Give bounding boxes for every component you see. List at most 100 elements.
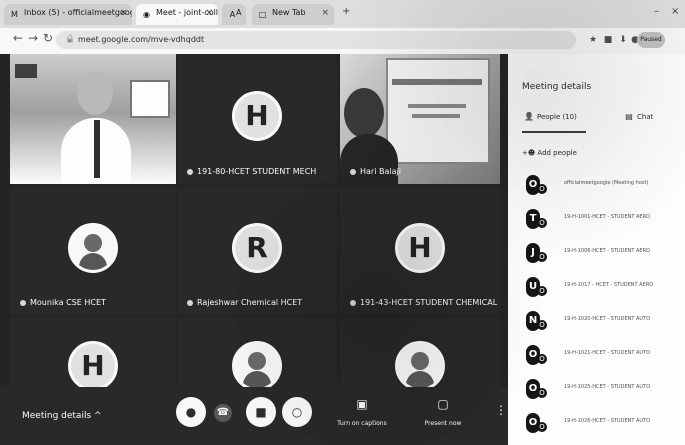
participant-name: 19-H-1001-HCET - STUDENT AERO bbox=[564, 214, 650, 220]
meeting-screenshot: M Inbox (5) - officialmeetgoogle@gmail.c… bbox=[0, 0, 685, 445]
participant-avatar bbox=[395, 341, 445, 387]
extensions-icon[interactable]: ■ bbox=[602, 34, 614, 46]
meeting-details-button[interactable]: Meeting details ^ bbox=[22, 411, 102, 421]
participant-avatar bbox=[68, 223, 118, 274]
participant-avatar-tile: R Rajeshwar Chemical HCET bbox=[177, 187, 337, 315]
chat-icon: ▤ bbox=[625, 112, 633, 121]
avatar-photo bbox=[79, 253, 107, 271]
browser-tab-gmail[interactable]: M Inbox (5) - officialmeetgoogle@gmail.c… bbox=[4, 4, 132, 25]
avatar-photo bbox=[406, 371, 434, 387]
people-list: O O officialmeetgoogle (Meeting host) T … bbox=[520, 168, 680, 440]
add-people-button[interactable]: +☻ Add people bbox=[522, 149, 577, 157]
meet-window: H 191-80-HCET STUDENT MECH Hari Balaji M… bbox=[0, 54, 685, 445]
browser-tab-a[interactable]: A A bbox=[222, 4, 246, 25]
people-tab-label: People (10) bbox=[537, 113, 577, 121]
mic-off-icon bbox=[20, 299, 26, 306]
close-icon[interactable]: × bbox=[671, 6, 679, 17]
participant-video-tile: Hari Balaji bbox=[340, 54, 500, 184]
avatar-photo bbox=[243, 371, 271, 387]
participant-avatar bbox=[232, 341, 282, 387]
participant-avatar-tile: H 191-80-HCET STUDENT MECH bbox=[177, 54, 337, 184]
status-icon: O bbox=[537, 218, 547, 228]
download-icon[interactable]: ⬇ bbox=[617, 34, 629, 46]
participant-name: 191-43-HCET STUDENT CHEMICAL bbox=[350, 298, 497, 307]
camera-button[interactable]: ■ bbox=[246, 397, 276, 427]
participant-name: 19-H-1006-HCET - STUDENT AERO bbox=[564, 248, 650, 254]
list-item[interactable]: U O 19-H-1017 - HCET - STUDENT AERO bbox=[520, 270, 680, 304]
meet-icon: ◉ bbox=[143, 10, 150, 19]
add-people-label: Add people bbox=[537, 149, 577, 157]
participant-name: Mounika CSE HCET bbox=[20, 298, 106, 307]
browser-address-bar: ← → ↻ 🔒 meet.google.com/mve-vdhqddt ★ ■ … bbox=[0, 28, 685, 55]
list-item[interactable]: N O 19-H-1020-HCET - STUDENT AUTO bbox=[520, 304, 680, 338]
close-icon[interactable]: × bbox=[205, 8, 213, 18]
status-icon: O bbox=[537, 354, 547, 364]
status-icon: O bbox=[537, 320, 547, 330]
leave-call-button[interactable]: ☎ bbox=[214, 404, 232, 422]
close-icon[interactable]: × bbox=[119, 8, 127, 18]
avatar-photo bbox=[248, 352, 266, 371]
reload-icon[interactable]: ↻ bbox=[42, 32, 54, 44]
phone-icon: ☎ bbox=[216, 407, 230, 418]
participant-name: 19-H-1020-HCET - STUDENT AUTO bbox=[564, 316, 651, 322]
minimize-icon[interactable]: – bbox=[654, 6, 659, 17]
list-item[interactable]: O O 19-H-1026-HCET - STUDENT AUTO bbox=[520, 406, 680, 440]
participant-avatar-tile bbox=[177, 318, 337, 387]
tab-icon: □ bbox=[258, 10, 267, 19]
participant-avatar: H bbox=[232, 91, 282, 142]
omnibox[interactable]: 🔒 meet.google.com/mve-vdhqddt bbox=[56, 31, 576, 49]
a-icon: A bbox=[229, 10, 236, 19]
profile-button[interactable]: Paused bbox=[637, 32, 665, 48]
mic-off-icon bbox=[350, 299, 356, 306]
mic-off-icon bbox=[187, 168, 193, 175]
participant-name: 19-H-1025-HCET - STUDENT AUTO bbox=[564, 384, 651, 390]
close-icon[interactable]: × bbox=[321, 8, 329, 18]
list-item[interactable]: J O 19-H-1006-HCET - STUDENT AERO bbox=[520, 236, 680, 270]
browser-tab-bar: M Inbox (5) - officialmeetgoogle@gmail.c… bbox=[0, 0, 685, 28]
panel-title: Meeting details bbox=[522, 82, 592, 92]
forward-arrow-icon[interactable]: → bbox=[27, 32, 39, 44]
list-item[interactable]: T O 19-H-1001-HCET - STUDENT AERO bbox=[520, 202, 680, 236]
tab-label: New Tab bbox=[272, 8, 306, 17]
present-icon: ▢ bbox=[437, 397, 449, 411]
participant-name: officialmeetgoogle (Meeting host) bbox=[564, 180, 649, 186]
participant-name: 19-H-1026-HCET - STUDENT AUTO bbox=[564, 418, 651, 424]
turn-on-captions-button[interactable]: ▣ Turn on captions bbox=[334, 395, 390, 433]
browser-tab-new-tab[interactable]: □ New Tab × bbox=[252, 4, 334, 25]
tab-label: Inbox (5) - officialmeetgoogle@gmail.com bbox=[24, 8, 132, 17]
star-icon[interactable]: ★ bbox=[587, 34, 599, 46]
chevron-up-icon: ^ bbox=[94, 411, 102, 421]
list-item[interactable]: O O officialmeetgoogle (Meeting host) bbox=[520, 168, 680, 202]
list-item[interactable]: O O 19-H-1021-HCET - STUDENT AUTO bbox=[520, 338, 680, 372]
mic-off-icon bbox=[187, 299, 193, 306]
meeting-details-label: Meeting details bbox=[22, 411, 92, 421]
more-options-icon[interactable]: ⋮ bbox=[495, 403, 507, 417]
present-label: Present now bbox=[424, 420, 462, 427]
back-arrow-icon[interactable]: ← bbox=[12, 32, 24, 44]
microphone-button[interactable]: ● bbox=[176, 397, 206, 427]
participant-video-tile bbox=[10, 54, 176, 184]
participant-avatar-tile: H 191-43-HCET STUDENT CHEMICAL bbox=[340, 187, 500, 315]
participant-name: 19-H-1017 - HCET - STUDENT AERO bbox=[564, 282, 654, 288]
new-tab-button[interactable]: + bbox=[342, 6, 350, 17]
mic-off-icon bbox=[350, 168, 356, 175]
participant-avatar-tile: H bbox=[10, 318, 176, 387]
browser-tab-meet[interactable]: ◉ Meet - joint-college × bbox=[136, 4, 218, 25]
meeting-controls-bar: Meeting details ^ ● ☎ ■ ○ ▣ Turn on capt… bbox=[0, 387, 508, 445]
people-icon: 👤 bbox=[524, 112, 534, 121]
status-icon: O bbox=[537, 286, 547, 296]
chat-tab-label: Chat bbox=[637, 113, 654, 121]
lock-icon: 🔒 bbox=[65, 34, 75, 43]
chat-tab[interactable]: ▤ Chat bbox=[624, 112, 653, 121]
captions-label: Turn on captions bbox=[337, 420, 387, 427]
active-tab-underline bbox=[522, 131, 586, 133]
participant-name: Rajeshwar Chemical HCET bbox=[187, 298, 302, 307]
present-now-button[interactable]: ▢ Present now bbox=[415, 395, 471, 433]
effects-button[interactable]: ○ bbox=[282, 397, 312, 427]
add-person-icon: +☻ bbox=[522, 149, 536, 157]
people-tab[interactable]: 👤 People (10) bbox=[524, 112, 577, 121]
list-item[interactable]: O O 19-H-1025-HCET - STUDENT AUTO bbox=[520, 372, 680, 406]
participant-name: 191-80-HCET STUDENT MECH bbox=[187, 167, 316, 176]
participant-avatar: H bbox=[68, 341, 118, 387]
effects-icon: ○ bbox=[291, 405, 303, 419]
